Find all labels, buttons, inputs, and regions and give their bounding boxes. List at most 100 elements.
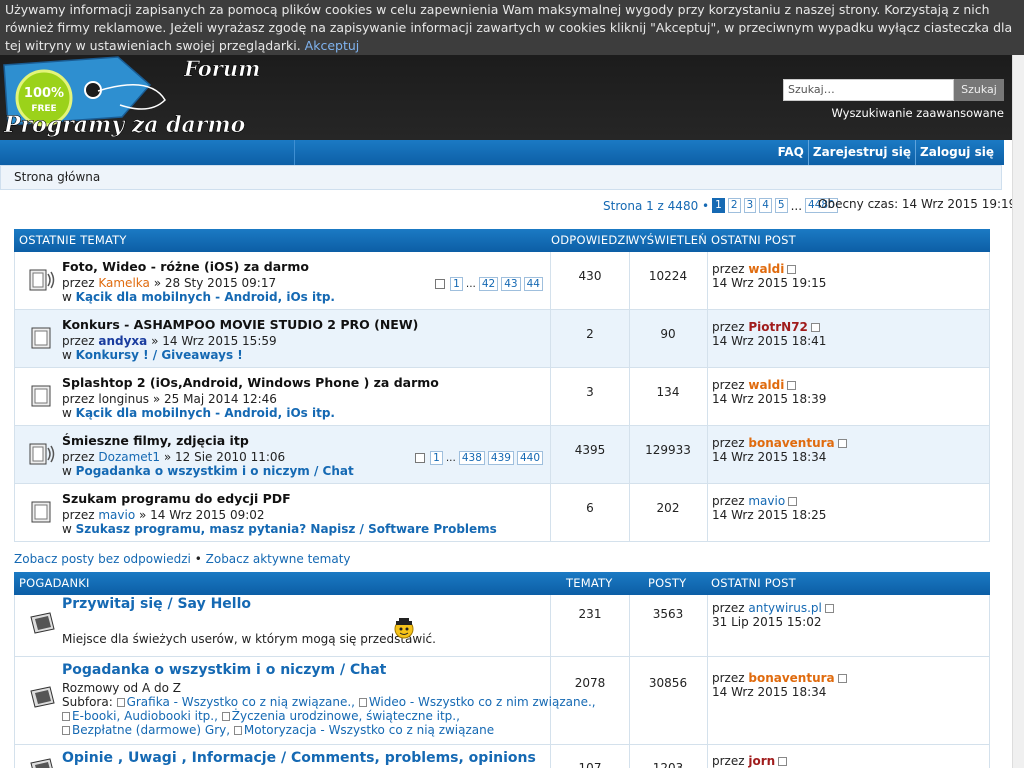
topic-row[interactable]: Śmieszne filmy, zdjęcia itp przez Dozame…	[14, 426, 990, 484]
scrollbar[interactable]	[1012, 55, 1024, 768]
topic-author[interactable]: longinus	[98, 392, 149, 406]
nav-login[interactable]: Zaloguj się	[915, 140, 998, 165]
topic-title[interactable]: Szukam programu do edycji PDF	[62, 491, 291, 506]
topic-title[interactable]: Konkurs - ASHAMPOO MOVIE STUDIO 2 PRO (N…	[62, 317, 418, 332]
goto-post-icon[interactable]	[810, 323, 820, 332]
subforum-link[interactable]: Wideo - Wszystko co z nim związane.,	[369, 695, 596, 709]
topic-page[interactable]: 438	[458, 451, 485, 465]
topic-author-line: przez longinus » 25 Maj 2014 12:46	[62, 392, 277, 406]
forum-topics: 231	[578, 607, 602, 621]
topic-page[interactable]: 440	[516, 451, 543, 465]
forum-row[interactable]: Opinie , Uwagi , Informacje / Comments, …	[14, 745, 990, 768]
header-replies: ODPOWIEDZI	[551, 233, 630, 247]
topic-forum-link[interactable]: Konkursy ! / Giveaways !	[76, 348, 243, 362]
topic-title[interactable]: Splashtop 2 (iOs,Android, Windows Phone …	[62, 375, 439, 390]
forum-title[interactable]: Pogadanka o wszystkim i o niczym / Chat	[62, 662, 386, 678]
lastpost-user[interactable]: waldi	[748, 378, 784, 392]
active-topics-link[interactable]: Zobacz aktywne tematy	[206, 552, 351, 566]
page-4[interactable]: 4	[759, 198, 772, 213]
search-input[interactable]: Szukaj…	[783, 79, 954, 101]
topic-page[interactable]: 44	[523, 277, 543, 291]
topic-page[interactable]: 42	[478, 277, 499, 291]
topic-pages: 1 ... 438 439 440	[415, 451, 543, 465]
topic-title[interactable]: Śmieszne filmy, zdjęcia itp	[62, 433, 249, 448]
forum-title[interactable]: Przywitaj się / Say Hello	[62, 596, 251, 612]
nav-register[interactable]: Zarejestruj się	[807, 140, 915, 165]
topic-icon	[31, 385, 51, 407]
cookie-accept-link[interactable]: Akceptuj	[305, 38, 360, 53]
topic-forum-link[interactable]: Kącik dla mobilnych - Android, iOs itp.	[76, 406, 335, 420]
goto-post-icon[interactable]	[787, 381, 797, 390]
topic-row[interactable]: Szukam programu do edycji PDF przez mavi…	[14, 484, 990, 542]
advanced-search-link[interactable]: Wyszukiwanie zaawansowane	[831, 106, 1004, 120]
topic-author[interactable]: mavio	[98, 508, 135, 522]
topic-page[interactable]: 439	[487, 451, 514, 465]
topic-row[interactable]: Foto, Wideo - różne (iOS) za darmo przez…	[14, 252, 990, 310]
topic-page[interactable]: 43	[501, 277, 521, 291]
lastpost-user[interactable]: bonaventura	[748, 671, 834, 685]
goto-post-icon[interactable]	[778, 757, 788, 766]
search-button[interactable]: Szukaj	[954, 79, 1004, 101]
current-time: Obecny czas: 14 Wrz 2015 19:19	[818, 197, 1017, 211]
topic-author[interactable]: Kamelka	[98, 276, 150, 290]
topic-author-line: przez mavio » 14 Wrz 2015 09:02	[62, 508, 265, 522]
lastpost-user[interactable]: waldi	[748, 262, 784, 276]
lastpost-user[interactable]: PiotrN72	[748, 320, 808, 334]
topic-page[interactable]: 1	[450, 277, 463, 291]
topic-title[interactable]: Foto, Wideo - różne (iOS) za darmo	[62, 259, 309, 274]
forum-row[interactable]: Przywitaj się / Say Hello Miejsce dla św…	[14, 595, 990, 657]
forum-row[interactable]: Pogadanka o wszystkim i o niczym / Chat …	[14, 657, 990, 745]
topic-row[interactable]: Konkurs - ASHAMPOO MOVIE STUDIO 2 PRO (N…	[14, 310, 990, 368]
goto-post-icon[interactable]	[837, 439, 847, 448]
topic-views: 129933	[645, 443, 691, 457]
subforum-link[interactable]: Życzenia urodzinowe, świąteczne itp.,	[232, 709, 460, 723]
topic-replies: 3	[586, 385, 594, 399]
pagination-label: Strona 1 z 4480	[603, 198, 699, 213]
nav-faq[interactable]: FAQ	[774, 140, 808, 165]
subforum-link[interactable]: Grafika - Wszystko co z nią związane.,	[127, 695, 355, 709]
header-topics: TEMATY	[566, 576, 613, 590]
lastpost-user[interactable]: antywirus.pl	[748, 601, 821, 615]
goto-post-icon[interactable]	[837, 674, 847, 683]
topic-lastpost: przez waldi 14 Wrz 2015 18:39	[712, 378, 827, 406]
page-3[interactable]: 3	[743, 198, 757, 213]
topic-author[interactable]: Dozamet1	[98, 450, 160, 464]
goto-post-icon[interactable]	[824, 604, 834, 613]
lastpost-date: 14 Wrz 2015 18:39	[712, 392, 827, 406]
subforum-link[interactable]: Bezpłatne (darmowe) Gry,	[72, 723, 230, 737]
goto-post-icon[interactable]	[788, 497, 798, 506]
topic-replies: 430	[578, 269, 602, 283]
lastpost-user[interactable]: mavio	[748, 494, 785, 508]
topic-forum-line: w Szukasz programu, masz pytania? Napisz…	[62, 522, 497, 536]
lastpost-user[interactable]: jorn	[748, 754, 775, 768]
topic-lastpost: przez bonaventura 14 Wrz 2015 18:34	[712, 436, 847, 464]
topic-row[interactable]: Splashtop 2 (iOs,Android, Windows Phone …	[14, 368, 990, 426]
page-1[interactable]: 1	[712, 198, 725, 213]
recent-topics-table: OSTATNIE TEMATY ODPOWIEDZI WYŚWIETLEŃ OS…	[14, 229, 990, 542]
subforum-link[interactable]: Motoryzacja - Wszystko co z nią związane	[244, 723, 494, 737]
subforum-link[interactable]: E-booki, Audiobooki itp.,	[72, 709, 218, 723]
nav-divider	[294, 140, 295, 165]
subforum-line-3: Bezpłatne (darmowe) Gry, Motoryzacja - W…	[62, 723, 494, 737]
topic-forum-link[interactable]: Pogadanka o wszystkim i o niczym / Chat	[76, 464, 354, 478]
logo-name-text: Programy za darmo	[3, 112, 245, 138]
topic-forum-link[interactable]: Szukasz programu, masz pytania? Napisz /…	[76, 522, 497, 536]
header-views: WYŚWIETLEŃ	[628, 233, 708, 247]
page-5[interactable]: 5	[774, 198, 788, 213]
goto-post-icon[interactable]	[787, 265, 797, 274]
topic-author[interactable]: andyxa	[98, 334, 147, 348]
forum-description: Miejsce dla świeżych userów, w którym mo…	[62, 632, 436, 646]
unanswered-posts-link[interactable]: Zobacz posty bez odpowiedzi	[14, 552, 191, 566]
lastpost-user[interactable]: bonaventura	[748, 436, 834, 450]
forum-title[interactable]: Opinie , Uwagi , Informacje / Comments, …	[62, 750, 536, 766]
topic-page-ellipsis: ...	[465, 278, 476, 290]
topic-author-line: przez Kamelka » 28 Sty 2015 09:17	[62, 276, 277, 290]
page-2[interactable]: 2	[727, 198, 741, 213]
smiley-icon	[394, 618, 414, 639]
header-forum[interactable]: POGADANKI	[19, 572, 90, 595]
breadcrumb-home[interactable]: Strona główna	[14, 170, 100, 184]
topic-page[interactable]: 1	[430, 451, 443, 465]
topic-forum-link[interactable]: Kącik dla mobilnych - Android, iOs itp.	[76, 290, 335, 304]
lastpost-date: 14 Wrz 2015 18:25	[712, 508, 827, 522]
site-logo[interactable]: 100% FREE Forum Programy za darmo	[0, 55, 300, 140]
